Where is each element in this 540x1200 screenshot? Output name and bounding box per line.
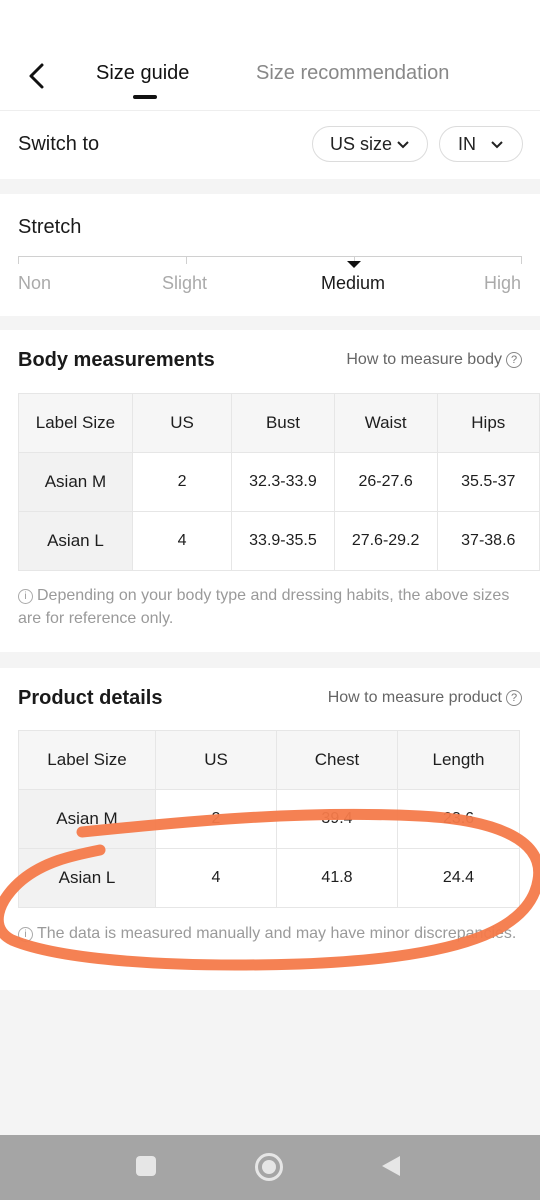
table-cell: 27.6-29.2 bbox=[333, 511, 438, 571]
how-to-measure-product-label: How to measure product bbox=[327, 689, 502, 706]
stretch-level-medium: Medium bbox=[321, 273, 386, 293]
stretch-level-high: High bbox=[484, 273, 522, 293]
stretch-tick bbox=[521, 256, 522, 264]
table-cell: 26-27.6 bbox=[333, 452, 438, 512]
product-details-title: Product details bbox=[18, 687, 163, 709]
column-header: Label Size bbox=[18, 730, 156, 790]
table-row: Asian M 2 32.3-33.9 26-27.6 35.5-37 bbox=[18, 452, 540, 512]
how-to-measure-body-label: How to measure body bbox=[346, 351, 502, 368]
column-header: Label Size bbox=[18, 393, 133, 453]
unit-value: IN bbox=[458, 133, 476, 154]
stretch-tick bbox=[186, 256, 187, 264]
column-header: US bbox=[131, 393, 233, 453]
active-tab-indicator bbox=[133, 95, 157, 99]
table-cell: 35.5-37 bbox=[436, 452, 540, 512]
tab-size-guide[interactable]: Size guide bbox=[96, 62, 189, 85]
column-header: Waist bbox=[333, 393, 438, 453]
body-measurements-note: i Depending on your body type and dressin… bbox=[18, 584, 518, 630]
back-icon[interactable] bbox=[26, 62, 50, 90]
column-header: Chest bbox=[276, 730, 398, 790]
home-circle-icon[interactable] bbox=[255, 1153, 283, 1181]
table-cell: Asian L bbox=[18, 511, 133, 571]
table-cell: 2 bbox=[131, 452, 233, 512]
stretch-level-non: Non bbox=[18, 273, 52, 293]
stretch-track bbox=[18, 256, 522, 257]
question-icon: ? bbox=[506, 690, 522, 706]
back-triangle-icon[interactable] bbox=[380, 1154, 402, 1183]
stretch-pointer-icon bbox=[347, 256, 361, 274]
table-row: Asian L 4 33.9-35.5 27.6-29.2 37-38.6 bbox=[18, 511, 540, 571]
square-icon[interactable] bbox=[136, 1156, 156, 1176]
info-icon: i bbox=[18, 589, 33, 604]
table-cell: Asian M bbox=[18, 452, 133, 512]
body-measurements-table: Label Size US Bust Waist Hips Asian M 2 … bbox=[18, 393, 540, 571]
body-measurements-title: Body measurements bbox=[18, 349, 215, 371]
how-to-measure-body-link[interactable]: How to measure body ? bbox=[346, 351, 522, 369]
column-header: Bust bbox=[231, 393, 335, 453]
question-icon: ? bbox=[506, 352, 522, 368]
stretch-section: Stretch bbox=[0, 194, 540, 316]
table-cell: 37-38.6 bbox=[436, 511, 540, 571]
table-cell: 33.9-35.5 bbox=[231, 511, 335, 571]
body-note-text: Depending on your body type and dressing… bbox=[18, 587, 510, 627]
chevron-down-icon bbox=[490, 134, 504, 155]
stretch-tick bbox=[18, 256, 19, 264]
hand-drawn-circle-annotation bbox=[0, 808, 540, 971]
switch-label: Switch to bbox=[18, 133, 100, 155]
column-header: Hips bbox=[436, 393, 540, 453]
stretch-title: Stretch bbox=[18, 216, 82, 238]
stretch-level-slight: Slight bbox=[162, 273, 208, 293]
table-header-row: Label Size US Chest Length bbox=[18, 730, 520, 790]
table-cell: 4 bbox=[131, 511, 233, 571]
tab-size-recommendation[interactable]: Size recommendation bbox=[256, 62, 449, 85]
unit-dropdown[interactable]: IN bbox=[439, 126, 523, 162]
size-system-value: US size bbox=[329, 133, 392, 154]
system-navbar bbox=[0, 1135, 540, 1200]
header-bar: Size guide Size recommendation bbox=[0, 0, 540, 111]
column-header: Length bbox=[397, 730, 520, 790]
how-to-measure-product-link[interactable]: How to measure product ? bbox=[328, 689, 522, 707]
column-header: US bbox=[155, 730, 277, 790]
chevron-down-icon bbox=[396, 134, 410, 155]
table-header-row: Label Size US Bust Waist Hips bbox=[18, 393, 540, 453]
table-cell: 32.3-33.9 bbox=[231, 452, 335, 512]
body-table-wrap[interactable]: Label Size US Bust Waist Hips Asian M 2 … bbox=[18, 393, 540, 571]
size-system-dropdown[interactable]: US size bbox=[312, 126, 428, 162]
